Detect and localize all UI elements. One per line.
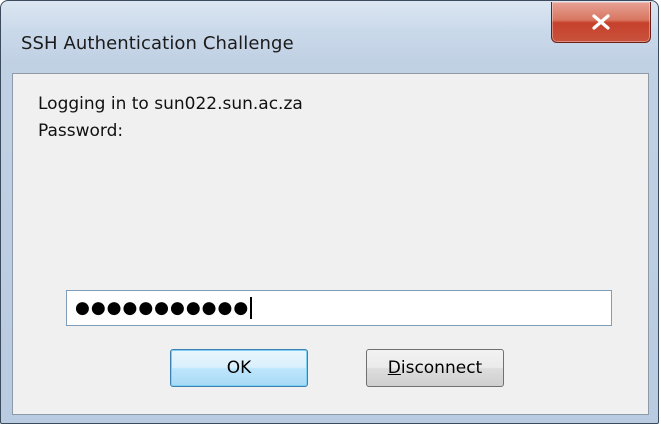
password-prompt-label: Password: bbox=[38, 121, 124, 141]
close-x-icon bbox=[591, 14, 611, 30]
title-bar[interactable]: SSH Authentication Challenge bbox=[1, 1, 658, 57]
close-button[interactable] bbox=[551, 2, 651, 43]
password-masked-value: ●●●●●●●●●●● bbox=[75, 298, 250, 318]
ok-button-label: OK bbox=[226, 358, 252, 378]
window-title: SSH Authentication Challenge bbox=[21, 33, 294, 54]
text-caret bbox=[250, 297, 253, 319]
dialog-window: SSH Authentication Challenge Logging in … bbox=[0, 0, 659, 424]
disconnect-button-label: isconnect bbox=[400, 358, 483, 378]
login-host-message: Logging in to sun022.sun.ac.za bbox=[38, 94, 303, 114]
disconnect-accelerator: D bbox=[387, 358, 401, 378]
disconnect-button[interactable]: Disconnect bbox=[366, 349, 504, 387]
password-input[interactable]: ●●●●●●●●●●● bbox=[66, 290, 612, 326]
ok-button[interactable]: OK bbox=[170, 349, 308, 387]
dialog-client-area: Logging in to sun022.sun.ac.za Password:… bbox=[12, 73, 649, 415]
